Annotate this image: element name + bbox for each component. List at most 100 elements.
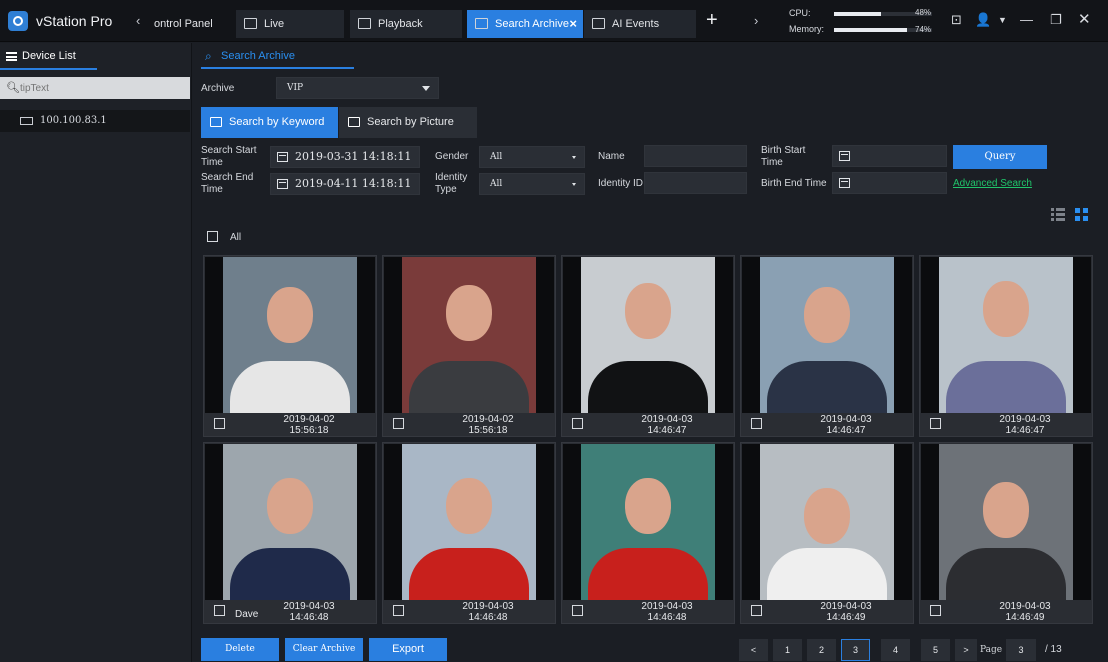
face-snapshot[interactable] — [205, 257, 375, 413]
device-list-header[interactable]: Device List — [0, 43, 191, 70]
result-card[interactable]: 2019-04-02 15:56:18 — [382, 255, 556, 437]
result-card[interactable]: 2019-04-03 14:46:47 — [919, 255, 1093, 437]
capture-timestamp: 2019-04-03 14:46:48 — [602, 601, 732, 623]
close-icon[interactable]: × — [569, 10, 577, 38]
tab-playback[interactable]: Playback — [350, 10, 462, 38]
result-card[interactable]: 2019-04-03 14:46:49 — [919, 442, 1093, 624]
result-card[interactable]: 2019-04-02 15:56:18 — [203, 255, 377, 437]
result-card[interactable]: Dave 2019-04-03 14:46:48 — [203, 442, 377, 624]
tab-label: AI Events — [612, 18, 660, 30]
page-button[interactable]: 1 — [773, 639, 802, 661]
tab-scroll-left-icon[interactable]: ‹ — [136, 13, 140, 28]
page-button[interactable]: 5 — [921, 639, 950, 661]
capture-timestamp: 2019-04-03 14:46:48 — [423, 601, 553, 623]
page-button-current[interactable]: 3 — [841, 639, 870, 661]
tab-search-archive[interactable]: Search Archive × — [467, 10, 583, 38]
window-close-icon[interactable]: ✕ — [1078, 10, 1091, 28]
person-body — [767, 361, 887, 413]
birth-end-time-field[interactable] — [832, 172, 947, 194]
capture-date: 2019-04-03 — [820, 414, 872, 425]
device-item[interactable]: 100.100.83.1 — [0, 110, 190, 132]
device-search-input[interactable] — [20, 79, 180, 97]
result-checkbox[interactable] — [751, 605, 762, 616]
export-button[interactable]: Export — [369, 638, 447, 661]
person-face — [804, 287, 850, 343]
birth-start-time-field[interactable] — [832, 145, 947, 167]
search-end-time-field[interactable]: 2019-04-11 14:18:11 — [270, 173, 420, 195]
face-snapshot[interactable] — [742, 444, 912, 600]
capture-date: 2019-04-03 — [283, 601, 335, 612]
restore-icon[interactable]: ❐ — [1050, 12, 1062, 28]
gender-select[interactable]: All — [479, 146, 585, 168]
result-checkbox[interactable] — [930, 605, 941, 616]
film-icon — [358, 18, 371, 29]
tab-search-archive-sub[interactable]: ⌕ Search Archive — [201, 43, 354, 69]
tab-underline — [0, 68, 97, 70]
list-view-icon[interactable] — [1051, 208, 1065, 222]
fullscreen-icon[interactable]: ⊡ — [951, 12, 962, 28]
person-body — [230, 548, 350, 600]
tab-control-panel[interactable]: ontrol Panel — [148, 10, 220, 38]
result-card[interactable]: 2019-04-03 14:46:48 — [561, 442, 735, 624]
page-jump-input[interactable]: 3 — [1006, 639, 1036, 661]
result-checkbox[interactable] — [393, 605, 404, 616]
tab-ai-events[interactable]: AI Events — [584, 10, 696, 38]
person-face — [267, 287, 313, 343]
search-start-label: Search Start Time — [201, 145, 257, 169]
query-button[interactable]: Query — [953, 145, 1047, 169]
result-checkbox[interactable] — [751, 418, 762, 429]
birth-end-label: Birth End Time — [761, 178, 827, 189]
user-icon[interactable]: 👤 — [975, 12, 991, 28]
archive-select[interactable]: VIP — [276, 77, 439, 99]
face-snapshot[interactable] — [384, 257, 554, 413]
face-snapshot[interactable] — [205, 444, 375, 600]
identity-type-select[interactable]: All — [479, 173, 585, 195]
identity-id-input[interactable] — [644, 172, 747, 194]
add-tab-icon[interactable]: + — [706, 9, 718, 32]
face-snapshot[interactable] — [921, 257, 1091, 413]
face-snapshot[interactable] — [742, 257, 912, 413]
result-card[interactable]: 2019-04-03 14:46:47 — [740, 255, 914, 437]
advanced-search-link[interactable]: Advanced Search — [953, 178, 1032, 189]
face-snapshot[interactable] — [563, 257, 733, 413]
face-snapshot[interactable] — [384, 444, 554, 600]
tab-scroll-right-icon[interactable]: › — [754, 13, 758, 28]
result-checkbox[interactable] — [572, 605, 583, 616]
result-checkbox[interactable] — [930, 418, 941, 429]
chevron-down-icon[interactable]: ▼ — [998, 15, 1007, 25]
person-body — [767, 548, 887, 600]
result-checkbox[interactable] — [572, 418, 583, 429]
tab-underline — [201, 67, 354, 69]
tab-label: Playback — [378, 18, 423, 30]
grid-view-icon[interactable] — [1075, 208, 1089, 222]
result-checkbox[interactable] — [214, 605, 225, 616]
clear-archive-button[interactable]: Clear Archive — [285, 638, 363, 661]
tab-search-by-picture[interactable]: Search by Picture — [339, 107, 477, 138]
result-card[interactable]: 2019-04-03 14:46:47 — [561, 255, 735, 437]
capture-date: 2019-04-03 — [999, 601, 1051, 612]
result-card[interactable]: 2019-04-03 14:46:49 — [740, 442, 914, 624]
prev-page-button[interactable]: < — [739, 639, 768, 661]
name-input[interactable] — [644, 145, 747, 167]
tab-live[interactable]: Live — [236, 10, 344, 38]
tab-search-by-keyword[interactable]: Search by Keyword — [201, 107, 338, 138]
result-checkbox[interactable] — [393, 418, 404, 429]
minimize-icon[interactable]: — — [1020, 12, 1033, 27]
search-start-time-field[interactable]: 2019-03-31 14:18:11 — [270, 146, 420, 168]
chevron-down-icon — [572, 156, 576, 159]
face-snapshot[interactable] — [921, 444, 1091, 600]
page-button[interactable]: 2 — [807, 639, 836, 661]
cpu-label: CPU: — [789, 8, 811, 18]
result-card[interactable]: 2019-04-03 14:46:48 — [382, 442, 556, 624]
face-snapshot[interactable] — [563, 444, 733, 600]
cpu-value: 48% — [915, 8, 932, 17]
next-page-button[interactable]: > — [955, 639, 977, 661]
capture-time: 14:46:48 — [289, 612, 329, 623]
capture-time: 14:46:48 — [468, 612, 508, 623]
select-all-checkbox[interactable] — [207, 231, 218, 242]
page-button[interactable]: 4 — [881, 639, 910, 661]
result-checkbox[interactable] — [214, 418, 225, 429]
capture-time: 14:46:48 — [647, 612, 687, 623]
delete-button[interactable]: Delete — [201, 638, 279, 661]
chevron-down-icon — [422, 86, 430, 91]
